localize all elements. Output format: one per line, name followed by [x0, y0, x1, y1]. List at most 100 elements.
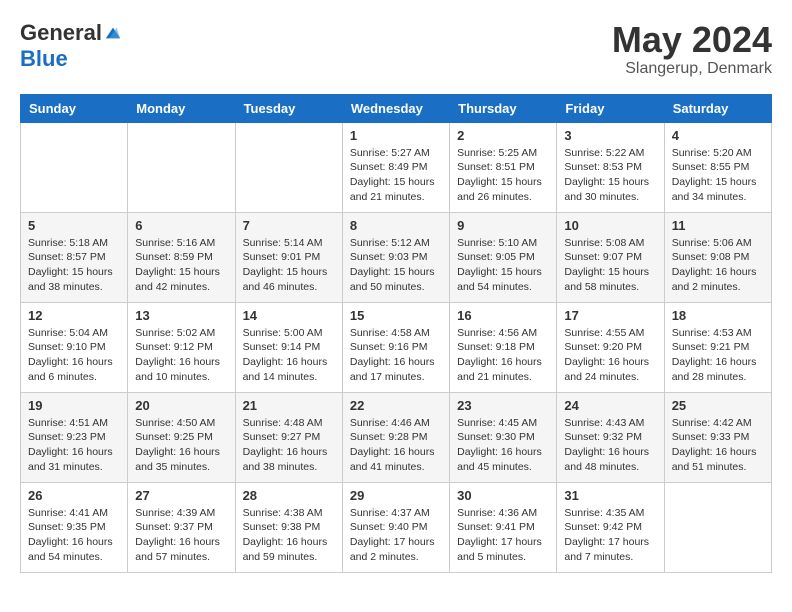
day-number: 8 — [350, 218, 442, 233]
table-row: 20Sunrise: 4:50 AMSunset: 9:25 PMDayligh… — [128, 392, 235, 482]
day-info: Sunrise: 5:02 AMSunset: 9:12 PMDaylight:… — [135, 326, 227, 385]
col-tuesday: Tuesday — [235, 94, 342, 122]
day-number: 11 — [672, 218, 764, 233]
day-info: Sunrise: 5:00 AMSunset: 9:14 PMDaylight:… — [243, 326, 335, 385]
table-row: 26 Sunrise: 4:41 AMSunset: 9:35 PMDayligh… — [21, 482, 128, 572]
day-number: 22 — [350, 398, 442, 413]
day-info: Sunrise: 5:14 AMSunset: 9:01 PMDaylight:… — [243, 236, 335, 295]
day-number: 20 — [135, 398, 227, 413]
col-thursday: Thursday — [450, 94, 557, 122]
day-info: Sunrise: 4:36 AMSunset: 9:41 PMDaylight:… — [457, 506, 549, 565]
day-number: 9 — [457, 218, 549, 233]
day-number: 6 — [135, 218, 227, 233]
day-info: Sunrise: 5:22 AMSunset: 8:53 PMDaylight:… — [564, 146, 656, 205]
day-number: 7 — [243, 218, 335, 233]
day-number: 24 — [564, 398, 656, 413]
day-number: 25 — [672, 398, 764, 413]
day-number: 29 — [350, 488, 442, 503]
calendar-week-row: 12 Sunrise: 5:04 AMSunset: 9:10 PMDayligh… — [21, 302, 772, 392]
day-info: Sunrise: 4:51 AMSunset: 9:23 PMDaylight:… — [28, 416, 120, 475]
calendar-table: Sunday Monday Tuesday Wednesday Thursday… — [20, 94, 772, 573]
table-row: 24 Sunrise: 4:43 AMSunset: 9:32 PMDayligh… — [557, 392, 664, 482]
day-number: 26 — [28, 488, 120, 503]
table-row: 14 Sunrise: 5:00 AMSunset: 9:14 PMDayligh… — [235, 302, 342, 392]
day-info: Sunrise: 5:18 AMSunset: 8:57 PMDaylight:… — [28, 236, 120, 295]
day-number: 28 — [243, 488, 335, 503]
day-number: 17 — [564, 308, 656, 323]
col-wednesday: Wednesday — [342, 94, 449, 122]
table-row: 1 Sunrise: 5:27 AMSunset: 8:49 PMDaylight… — [342, 122, 449, 212]
day-number: 18 — [672, 308, 764, 323]
table-row: 30 Sunrise: 4:36 AMSunset: 9:41 PMDayligh… — [450, 482, 557, 572]
logo-general-text: General — [20, 20, 102, 46]
table-row — [128, 122, 235, 212]
calendar-week-row: 1 Sunrise: 5:27 AMSunset: 8:49 PMDaylight… — [21, 122, 772, 212]
table-row: 2Sunrise: 5:25 AMSunset: 8:51 PMDaylight… — [450, 122, 557, 212]
calendar-week-row: 5Sunrise: 5:18 AMSunset: 8:57 PMDaylight… — [21, 212, 772, 302]
day-info: Sunrise: 4:41 AMSunset: 9:35 PMDaylight:… — [28, 506, 120, 565]
day-info: Sunrise: 5:12 AMSunset: 9:03 PMDaylight:… — [350, 236, 442, 295]
table-row: 27 Sunrise: 4:39 AMSunset: 9:37 PMDayligh… — [128, 482, 235, 572]
day-info: Sunrise: 4:46 AMSunset: 9:28 PMDaylight:… — [350, 416, 442, 475]
day-info: Sunrise: 5:04 AMSunset: 9:10 PMDaylight:… — [28, 326, 120, 385]
day-info: Sunrise: 5:16 AMSunset: 8:59 PMDaylight:… — [135, 236, 227, 295]
col-sunday: Sunday — [21, 94, 128, 122]
logo-blue-text: Blue — [20, 46, 68, 72]
table-row: 31Sunrise: 4:35 AMSunset: 9:42 PMDayligh… — [557, 482, 664, 572]
day-info: Sunrise: 4:42 AMSunset: 9:33 PMDaylight:… — [672, 416, 764, 475]
table-row: 13 Sunrise: 5:02 AMSunset: 9:12 PMDayligh… — [128, 302, 235, 392]
day-number: 14 — [243, 308, 335, 323]
table-row: 5Sunrise: 5:18 AMSunset: 8:57 PMDaylight… — [21, 212, 128, 302]
table-row: 6 Sunrise: 5:16 AMSunset: 8:59 PMDaylight… — [128, 212, 235, 302]
day-info: Sunrise: 5:20 AMSunset: 8:55 PMDaylight:… — [672, 146, 764, 205]
table-row: 17 Sunrise: 4:55 AMSunset: 9:20 PMDayligh… — [557, 302, 664, 392]
table-row: 21Sunrise: 4:48 AMSunset: 9:27 PMDayligh… — [235, 392, 342, 482]
day-number: 23 — [457, 398, 549, 413]
day-number: 3 — [564, 128, 656, 143]
table-row — [21, 122, 128, 212]
day-number: 10 — [564, 218, 656, 233]
table-row: 12 Sunrise: 5:04 AMSunset: 9:10 PMDayligh… — [21, 302, 128, 392]
day-info: Sunrise: 4:45 AMSunset: 9:30 PMDaylight:… — [457, 416, 549, 475]
table-row: 16Sunrise: 4:56 AMSunset: 9:18 PMDayligh… — [450, 302, 557, 392]
day-number: 27 — [135, 488, 227, 503]
day-info: Sunrise: 5:27 AMSunset: 8:49 PMDaylight:… — [350, 146, 442, 205]
calendar-header-row: Sunday Monday Tuesday Wednesday Thursday… — [21, 94, 772, 122]
table-row: 9 Sunrise: 5:10 AMSunset: 9:05 PMDaylight… — [450, 212, 557, 302]
day-info: Sunrise: 4:37 AMSunset: 9:40 PMDaylight:… — [350, 506, 442, 565]
table-row: 15 Sunrise: 4:58 AMSunset: 9:16 PMDayligh… — [342, 302, 449, 392]
day-info: Sunrise: 5:08 AMSunset: 9:07 PMDaylight:… — [564, 236, 656, 295]
day-info: Sunrise: 4:43 AMSunset: 9:32 PMDaylight:… — [564, 416, 656, 475]
table-row: 23 Sunrise: 4:45 AMSunset: 9:30 PMDayligh… — [450, 392, 557, 482]
day-info: Sunrise: 4:56 AMSunset: 9:18 PMDaylight:… — [457, 326, 549, 385]
day-number: 12 — [28, 308, 120, 323]
day-info: Sunrise: 5:06 AMSunset: 9:08 PMDaylight:… — [672, 236, 764, 295]
day-number: 19 — [28, 398, 120, 413]
location-text: Slangerup, Denmark — [612, 60, 772, 78]
day-number: 30 — [457, 488, 549, 503]
day-info: Sunrise: 4:55 AMSunset: 9:20 PMDaylight:… — [564, 326, 656, 385]
day-info: Sunrise: 5:25 AMSunset: 8:51 PMDaylight:… — [457, 146, 549, 205]
table-row — [664, 482, 771, 572]
table-row: 7 Sunrise: 5:14 AMSunset: 9:01 PMDaylight… — [235, 212, 342, 302]
day-info: Sunrise: 4:39 AMSunset: 9:37 PMDaylight:… — [135, 506, 227, 565]
col-monday: Monday — [128, 94, 235, 122]
day-info: Sunrise: 4:58 AMSunset: 9:16 PMDaylight:… — [350, 326, 442, 385]
day-number: 1 — [350, 128, 442, 143]
title-area: May 2024 Slangerup, Denmark — [612, 20, 772, 78]
day-info: Sunrise: 4:38 AMSunset: 9:38 PMDaylight:… — [243, 506, 335, 565]
table-row: 28 Sunrise: 4:38 AMSunset: 9:38 PMDayligh… — [235, 482, 342, 572]
table-row: 8 Sunrise: 5:12 AMSunset: 9:03 PMDaylight… — [342, 212, 449, 302]
day-info: Sunrise: 4:48 AMSunset: 9:27 PMDaylight:… — [243, 416, 335, 475]
table-row: 3 Sunrise: 5:22 AMSunset: 8:53 PMDaylight… — [557, 122, 664, 212]
day-info: Sunrise: 5:10 AMSunset: 9:05 PMDaylight:… — [457, 236, 549, 295]
table-row: 18Sunrise: 4:53 AMSunset: 9:21 PMDayligh… — [664, 302, 771, 392]
calendar-week-row: 19 Sunrise: 4:51 AMSunset: 9:23 PMDayligh… — [21, 392, 772, 482]
table-row — [235, 122, 342, 212]
day-info: Sunrise: 4:35 AMSunset: 9:42 PMDaylight:… — [564, 506, 656, 565]
day-number: 15 — [350, 308, 442, 323]
table-row: 25 Sunrise: 4:42 AMSunset: 9:33 PMDayligh… — [664, 392, 771, 482]
day-number: 13 — [135, 308, 227, 323]
table-row: 22 Sunrise: 4:46 AMSunset: 9:28 PMDayligh… — [342, 392, 449, 482]
table-row: 10 Sunrise: 5:08 AMSunset: 9:07 PMDayligh… — [557, 212, 664, 302]
